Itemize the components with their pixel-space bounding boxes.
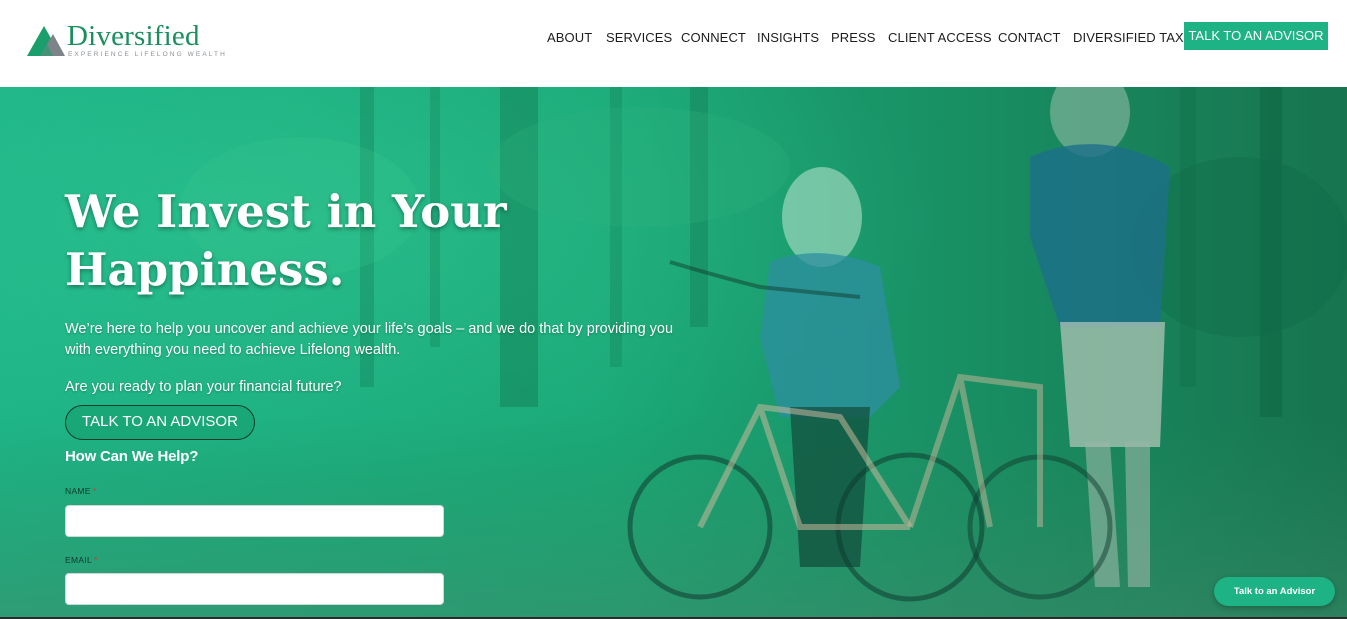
required-mark: *	[94, 555, 98, 565]
hero-title: We Invest in Your Happiness.	[65, 185, 507, 296]
nav-item-client-access[interactable]: CLIENT ACCESS	[888, 30, 992, 45]
nav-item-services[interactable]: SERVICES	[606, 30, 672, 45]
required-mark: *	[92, 486, 97, 496]
name-label-text: NAME	[65, 486, 91, 496]
name-field-label: NAME *	[65, 486, 96, 496]
site-header: Diversified EXPERIENCE LIFELONG WEALTH A…	[0, 0, 1347, 87]
hero-description: We’re here to help you uncover and achie…	[65, 321, 674, 358]
contact-form-title: How Can We Help?	[65, 448, 199, 465]
email-field-label: EMAIL *	[65, 555, 98, 565]
hero-question: Are you ready to plan your financial fut…	[65, 379, 342, 395]
nav-item-press[interactable]: PRESS	[831, 30, 876, 45]
main-nav: ABOUT SERVICES CONNECT INSIGHTS PRESS CL…	[0, 30, 1347, 46]
email-label-text: EMAIL	[65, 555, 93, 565]
name-input[interactable]	[65, 505, 444, 537]
email-input[interactable]	[65, 573, 444, 605]
nav-item-diversified-tax[interactable]: DIVERSIFIED TAX	[1073, 30, 1184, 45]
header-talk-to-advisor-button[interactable]: TALK TO AN ADVISOR	[1184, 22, 1328, 50]
hero-talk-to-advisor-button[interactable]: TALK TO AN ADVISOR	[65, 405, 255, 440]
nav-item-insights[interactable]: INSIGHTS	[757, 30, 819, 45]
nav-item-connect[interactable]: CONNECT	[681, 30, 746, 45]
hero-section: We Invest in Your Happiness. We’re here …	[0, 87, 1347, 619]
logo-tagline: EXPERIENCE LIFELONG WEALTH	[68, 51, 227, 58]
nav-item-contact[interactable]: CONTACT	[998, 30, 1061, 45]
floating-talk-to-advisor-button[interactable]: Talk to an Advisor	[1214, 577, 1335, 606]
nav-item-about[interactable]: ABOUT	[547, 30, 592, 45]
